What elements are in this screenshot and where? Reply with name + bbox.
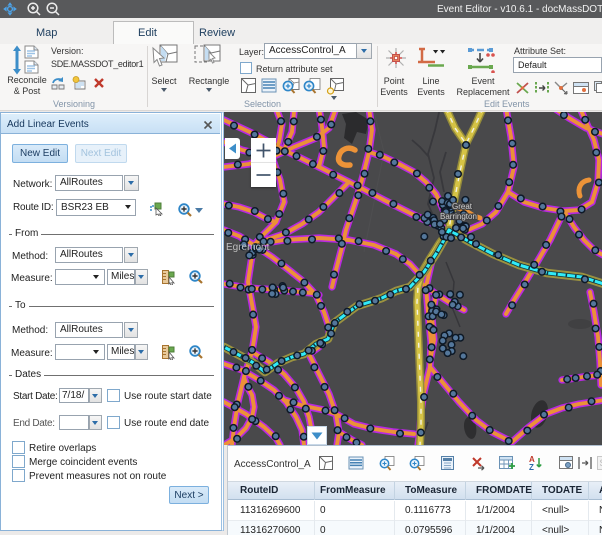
svg-text:Barrington: Barrington: [440, 212, 477, 221]
svg-text:Egremont: Egremont: [226, 242, 270, 253]
svg-text:Z: Z: [529, 463, 534, 472]
svg-text:Great: Great: [452, 202, 473, 211]
